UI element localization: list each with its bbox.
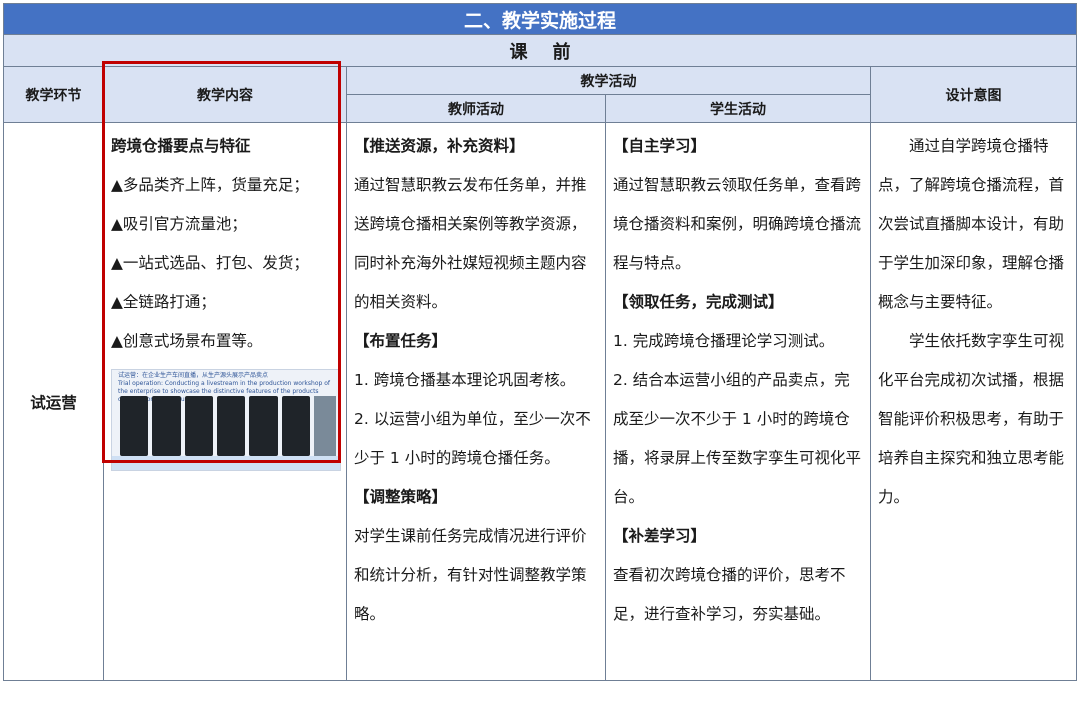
content-item: ▲全链路打通； (111, 293, 216, 311)
header-stage: 教学环节 (3, 66, 104, 123)
header-teacher: 教师活动 (346, 94, 606, 123)
student-activity-cell: 【自主学习】 通过智慧职教云领取任务单，查看跨境仓播资料和案例，明确跨境仓播流程… (605, 122, 871, 681)
header-content: 教学内容 (103, 66, 347, 123)
student-text-1: 通过智慧职教云领取任务单，查看跨境仓播资料和案例，明确跨境仓播流程与特点。 (613, 176, 862, 272)
student-heading-1: 【自主学习】 (613, 137, 707, 155)
teacher-heading-2: 【布置任务】 (354, 332, 448, 350)
content-item: ▲吸引官方流量池； (111, 215, 247, 233)
teacher-text-4: 对学生课前任务完成情况进行评价和统计分析，有针对性调整教学策略。 (354, 527, 587, 623)
teacher-heading-3: 【调整策略】 (354, 488, 448, 506)
image-caption-cn: 试运营：在企业生产车间直播，从生产源头展示产品卖点 (118, 372, 269, 379)
section-title: 二、教学实施过程 (2, 3, 1078, 35)
content-item: ▲多品类齐上阵，货量充足； (111, 176, 309, 194)
student-text-2: 1. 完成跨境仓播理论学习测试。 (613, 332, 835, 350)
design-text-1: 通过自学跨境仓播特点，了解跨境仓播流程，首次尝试直播脚本设计，有助于学生加深印象… (878, 137, 1065, 311)
header-activities: 教学活动 (346, 66, 871, 95)
teacher-heading-1: 【推送资源，补充资料】 (354, 137, 525, 155)
content-item: ▲创意式场景布置等。 (111, 332, 263, 350)
header-student: 学生活动 (605, 94, 871, 123)
design-text-2: 学生依托数字孪生可视化平台完成初次试播，根据智能评价积极思考，有助于培养自主探究… (878, 332, 1065, 506)
teacher-text-2: 1. 跨境仓播基本理论巩固考核。 (354, 371, 576, 389)
content-heading: 跨境仓播要点与特征 (111, 137, 251, 155)
content-cell: 跨境仓播要点与特征 ▲多品类齐上阵，货量充足； ▲吸引官方流量池； ▲一站式选品… (103, 122, 347, 681)
livestream-screenshot-image: 试运营：在企业生产车间直播，从生产源头展示产品卖点 Trial operatio… (111, 369, 341, 471)
header-design: 设计意图 (869, 66, 1078, 123)
stage-cell: 试运营 (3, 122, 104, 681)
design-intent-cell: 通过自学跨境仓播特点，了解跨境仓播流程，首次尝试直播脚本设计，有助于学生加深印象… (869, 122, 1078, 681)
phase-label: 课 前 (2, 34, 1078, 67)
student-heading-2: 【领取任务，完成测试】 (613, 293, 784, 311)
student-heading-3: 【补差学习】 (613, 527, 707, 545)
teacher-text-3: 2. 以运营小组为单位，至少一次不少于 1 小时的跨境仓播任务。 (354, 410, 591, 467)
content-item: ▲一站式选品、打包、发货； (111, 254, 309, 272)
student-text-3: 2. 结合本运营小组的产品卖点，完成至少一次不少于 1 小时的跨境仓播，将录屏上… (613, 371, 862, 506)
student-text-4: 查看初次跨境仓播的评价，思考不足，进行查补学习，夯实基础。 (613, 566, 846, 623)
teaching-process-table: 二、教学实施过程 课 前 教学环节 教学内容 教学活动 设计意图 教师活动 学生… (2, 3, 1078, 681)
teacher-text-1: 通过智慧职教云发布任务单，并推送跨境仓播相关案例等教学资源，同时补充海外社媒短视… (354, 176, 587, 311)
teacher-activity-cell: 【推送资源，补充资料】 通过智慧职教云发布任务单，并推送跨境仓播相关案例等教学资… (346, 122, 606, 681)
